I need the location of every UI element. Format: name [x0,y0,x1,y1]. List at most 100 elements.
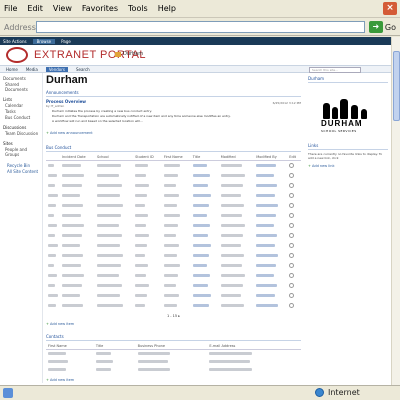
table-row[interactable] [46,301,301,311]
edit-icon[interactable] [289,183,295,188]
ql-discussions-header[interactable]: Discussions [3,125,42,130]
table-row[interactable] [46,291,301,301]
edit-icon[interactable] [289,243,295,248]
table-row[interactable] [46,171,301,181]
table-row[interactable] [46,261,301,271]
menu-favorites[interactable]: Favorites [82,4,118,13]
obscured-text [163,164,180,167]
edit-icon[interactable] [289,293,295,298]
table-row[interactable] [46,201,301,211]
menu-view[interactable]: View [53,4,72,13]
edit-icon[interactable] [289,263,295,268]
edit-icon[interactable] [289,163,295,168]
vertical-scrollbar[interactable] [391,37,400,385]
add-announcement-link[interactable]: Add new announcement [46,131,301,135]
page-viewport: Site Actions Browse Page EXTRANET PORTAL… [0,37,391,385]
table-row[interactable] [46,231,301,241]
nav-media[interactable]: Media [26,67,38,72]
table-row[interactable] [46,366,301,374]
edit-icon[interactable] [289,233,295,238]
ql-shared-documents[interactable]: Shared Documents [5,82,42,92]
edit-icon[interactable] [289,273,295,278]
nav-search[interactable]: Search [76,67,90,72]
edit-icon[interactable] [289,283,295,288]
ql-recycle-bin[interactable]: Recycle Bin [7,163,42,168]
table-cell [133,211,162,221]
bus-conduct-title[interactable]: Bus Conduct [46,145,301,152]
edit-icon[interactable] [289,173,295,178]
obscured-text [95,360,113,363]
table-row[interactable] [46,181,301,191]
obscured-text [62,304,83,307]
ql-calendar[interactable]: Calendar [5,103,42,108]
logo-figure [340,99,348,119]
edit-icon[interactable] [289,213,295,218]
tab-browse[interactable]: Browse [32,38,56,44]
obscured-text [192,254,209,257]
site-actions-menu[interactable]: Site Actions [3,39,27,44]
ql-people-groups[interactable]: People and Groups [5,147,42,157]
menu-help[interactable]: Help [158,4,176,13]
table-cell [254,291,287,301]
table-cell [133,301,162,311]
edit-icon[interactable] [289,253,295,258]
breadcrumb[interactable]: Durham [123,51,143,57]
links-webpart-title[interactable]: Links [308,143,388,150]
table-row[interactable] [46,251,301,261]
obscured-text [163,264,180,267]
edit-icon[interactable] [289,223,295,228]
edit-icon[interactable] [289,203,295,208]
ql-team-discussion[interactable]: Team Discussion [5,131,42,136]
table-cell [191,301,219,311]
ql-sites-header[interactable]: Sites [3,141,42,146]
nav-home[interactable]: Home [6,67,18,72]
table-row[interactable] [46,281,301,291]
ql-bus-conduct[interactable]: Bus Conduct [5,115,42,120]
add-link-link[interactable]: Add new link [308,164,388,168]
durham-webpart-title[interactable]: Durham [308,76,388,83]
table-row[interactable] [46,350,301,359]
table-cell [94,358,136,366]
obscured-text [209,352,253,355]
obscured-text [192,164,207,167]
menu-tools[interactable]: Tools [128,4,148,13]
table-cell [136,350,208,359]
edit-icon[interactable] [289,193,295,198]
address-input[interactable] [36,21,365,33]
menu-file[interactable]: File [4,4,17,13]
portal-logo[interactable] [6,47,28,63]
table-cell [191,161,219,172]
go-arrow-icon[interactable]: ➜ [368,21,383,33]
ql-tasks[interactable]: Tasks [5,109,42,114]
table-row[interactable] [46,161,301,172]
edit-icon[interactable] [289,303,295,308]
ql-lists-header[interactable]: Lists [3,97,42,102]
announcements-title[interactable]: Announcements [46,90,301,97]
table-row[interactable] [46,241,301,251]
table-row[interactable] [46,271,301,281]
obscured-text [48,204,56,207]
table-row[interactable] [46,358,301,366]
obscured-text [62,274,84,277]
logo-subtitle: SCHOOL SERVICES [321,129,357,133]
go-button[interactable]: Go [385,23,396,32]
obscured-text [256,264,277,267]
nav-vendors[interactable]: Vendors [45,66,68,72]
obscured-text [48,224,57,227]
add-bus-item-link[interactable]: Add new item [46,322,301,326]
menu-edit[interactable]: Edit [27,4,43,13]
tab-page[interactable]: Page [61,39,71,44]
ql-all-site-content[interactable]: All Site Content [7,169,42,174]
ql-documents-header[interactable]: Documents [3,76,42,81]
table-row[interactable] [46,211,301,221]
table-cell [133,251,162,261]
add-contact-link[interactable]: Add new item [46,378,301,382]
contacts-table: First Name Title Business Phone E-mail A… [46,343,301,374]
next-page-icon[interactable]: ▸ [178,314,180,318]
contacts-title[interactable]: Contacts [46,334,301,341]
table-cell [133,161,162,172]
close-window-icon[interactable]: × [383,2,397,15]
table-row[interactable] [46,191,301,201]
table-row[interactable] [46,221,301,231]
scrollbar-thumb[interactable] [393,51,400,121]
